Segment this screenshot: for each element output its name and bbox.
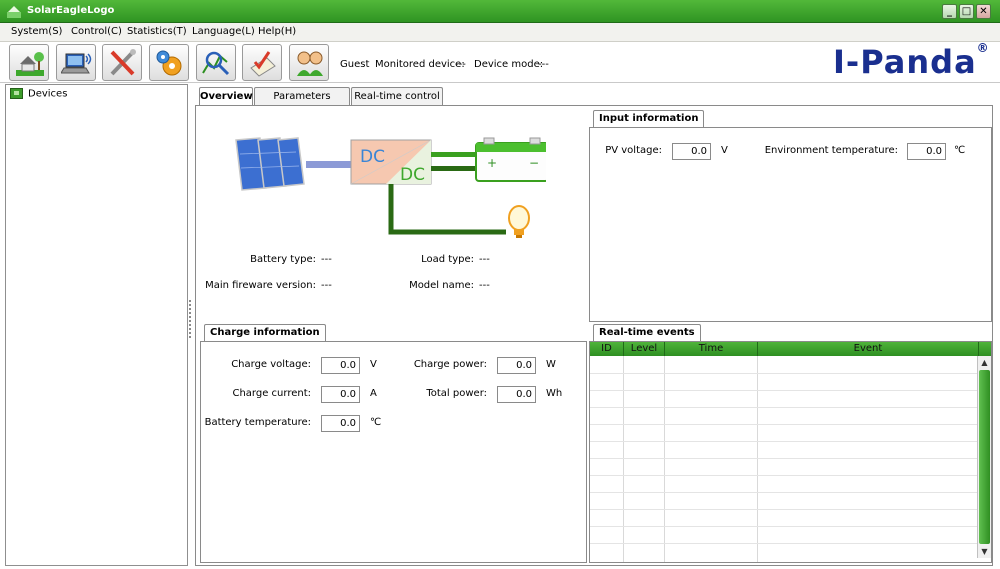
- model-name-value: ---: [479, 280, 490, 291]
- tools-button[interactable]: [102, 44, 142, 81]
- tree-node-devices[interactable]: Devices: [10, 88, 67, 100]
- events-title: Real-time events: [593, 324, 701, 341]
- monitored-device-value: ---: [455, 59, 466, 70]
- maximize-button[interactable]: □: [959, 4, 974, 19]
- model-name-label: Model name:: [409, 280, 474, 291]
- dc-in-label: DC: [360, 147, 385, 167]
- menu-language[interactable]: Language(L): [192, 26, 255, 37]
- battery-type-value: ---: [321, 254, 332, 265]
- overview-panel: DC DC + − Battery type: --- Load type: -…: [195, 105, 993, 566]
- system-diagram: DC DC + −: [235, 137, 546, 238]
- input-info-title: Input information: [593, 110, 705, 127]
- minimize-button[interactable]: _: [942, 4, 957, 19]
- events-col-level[interactable]: Level: [624, 342, 665, 356]
- events-scrollbar[interactable]: ▲ ▼: [977, 356, 991, 558]
- users-button[interactable]: [289, 44, 329, 81]
- charge-power-label: Charge power:: [413, 359, 487, 370]
- tab-realtime-control[interactable]: Real-time control: [351, 87, 443, 106]
- checklist-icon: [250, 51, 276, 77]
- device-mode-value: ---: [538, 59, 549, 70]
- menu-statistics[interactable]: Statistics(T): [127, 26, 187, 37]
- pv-voltage-unit: V: [721, 145, 728, 156]
- firmware-value: ---: [321, 280, 332, 291]
- menu-system[interactable]: System(S): [11, 26, 62, 37]
- events-col-id[interactable]: ID: [590, 342, 624, 356]
- firmware-label: Main fireware version:: [205, 280, 316, 291]
- charge-info-title: Charge information: [204, 324, 326, 341]
- menu-control[interactable]: Control(C): [71, 26, 122, 37]
- home-icon: [16, 52, 44, 76]
- load-type-label: Load type:: [421, 254, 474, 265]
- total-power-unit: Wh: [546, 388, 563, 399]
- brand-logo: I-Panda®: [833, 41, 990, 81]
- window-title: SolarEagleLogo: [27, 5, 115, 16]
- tools-icon: [110, 49, 136, 76]
- close-button[interactable]: ✕: [976, 4, 991, 19]
- tab-overview[interactable]: Overview: [199, 87, 253, 107]
- pv-voltage-label: PV voltage:: [605, 145, 662, 156]
- monitored-device-label: Monitored device:: [375, 59, 465, 70]
- tree-node-label: Devices: [28, 88, 68, 100]
- input-info-box: PV voltage: 0.0 V Environment temperatur…: [589, 127, 992, 322]
- charge-voltage-unit: V: [370, 359, 377, 370]
- charge-info-box: Charge voltage: 0.0 V Charge current: 0.…: [200, 341, 587, 563]
- app-icon: [7, 6, 21, 18]
- events-table: ID Level Time Event ▲ ▼: [589, 341, 992, 563]
- monitor-icon: [61, 53, 92, 74]
- charge-voltage-field[interactable]: 0.0: [321, 357, 360, 374]
- title-bar: SolarEagleLogo _ □ ✕: [0, 0, 1000, 23]
- device-tree-panel: Devices: [5, 84, 188, 566]
- main-area: Overview Parameters setting Real-time co…: [193, 84, 995, 566]
- current-user: Guest: [340, 59, 370, 70]
- battery-icon: + −: [475, 137, 546, 182]
- charge-power-unit: W: [546, 359, 556, 370]
- total-power-field[interactable]: 0.0: [497, 386, 536, 403]
- scroll-up-arrow-icon[interactable]: ▲: [978, 356, 991, 369]
- home-button[interactable]: [9, 44, 49, 81]
- dc-out-label: DC: [400, 165, 425, 185]
- env-temp-unit: ℃: [954, 145, 966, 156]
- panel-splitter[interactable]: [189, 300, 191, 340]
- controller-icon: DC DC: [350, 139, 432, 185]
- search-chart-icon: [202, 51, 230, 76]
- charge-current-field[interactable]: 0.0: [321, 386, 360, 403]
- pv-voltage-field[interactable]: 0.0: [672, 143, 711, 160]
- users-icon: [297, 51, 323, 76]
- scroll-down-arrow-icon[interactable]: ▼: [978, 545, 991, 558]
- env-temp-field[interactable]: 0.0: [907, 143, 946, 160]
- charge-power-field[interactable]: 0.0: [497, 357, 536, 374]
- charge-current-label: Charge current:: [232, 388, 311, 399]
- battery-plus-label: +: [487, 156, 497, 170]
- events-col-time[interactable]: Time: [665, 342, 758, 356]
- settings-gear-icon: [156, 50, 182, 76]
- total-power-label: Total power:: [426, 388, 487, 399]
- charge-current-unit: A: [370, 388, 377, 399]
- scrollbar-thumb[interactable]: [979, 370, 990, 544]
- env-temp-label: Environment temperature:: [764, 145, 898, 156]
- battery-temp-label: Battery temperature:: [204, 417, 311, 428]
- analyze-button[interactable]: [196, 44, 236, 81]
- battery-type-label: Battery type:: [250, 254, 316, 265]
- battery-temp-field[interactable]: 0.0: [321, 415, 360, 432]
- tab-parameters-setting[interactable]: Parameters setting: [254, 87, 350, 119]
- monitor-button[interactable]: [56, 44, 96, 81]
- solar-panel-icon: [235, 137, 305, 191]
- lightbulb-icon: [508, 205, 530, 238]
- checklist-button[interactable]: [242, 44, 282, 81]
- settings-button[interactable]: [149, 44, 189, 81]
- device-folder-icon: [10, 88, 23, 99]
- events-col-corner: [979, 342, 991, 356]
- menu-help[interactable]: Help(H): [258, 26, 296, 37]
- menu-bar: System(S) Control(C) Statistics(T) Langu…: [0, 23, 1000, 42]
- events-col-event[interactable]: Event: [758, 342, 979, 356]
- battery-minus-label: −: [529, 156, 539, 170]
- charge-voltage-label: Charge voltage:: [231, 359, 311, 370]
- device-mode-label: Device mode:: [474, 59, 544, 70]
- load-type-value: ---: [479, 254, 490, 265]
- battery-temp-unit: ℃: [370, 417, 382, 428]
